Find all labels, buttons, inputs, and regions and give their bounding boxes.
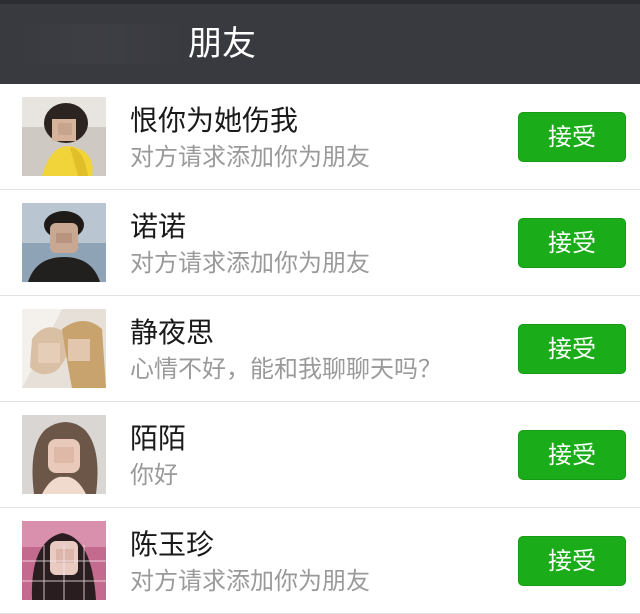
request-message: 对方请求添加你为朋友 [130, 567, 370, 595]
requester-name: 恨你为她伤我 [130, 104, 299, 137]
friend-request-row: 陈玉珍 对方请求添加你为朋友 接受 [0, 508, 640, 614]
avatar[interactable] [22, 521, 106, 600]
avatar[interactable] [22, 203, 106, 282]
requester-name: 诺诺 [130, 210, 187, 243]
accept-button[interactable]: 接受 [518, 536, 626, 586]
friend-request-row: 陌陌 你好 接受 [0, 402, 640, 508]
requester-name: 陌陌 [130, 422, 187, 455]
avatar[interactable] [22, 415, 106, 494]
accept-button[interactable]: 接受 [518, 430, 626, 480]
avatar[interactable] [22, 97, 106, 176]
requester-name: 陈玉珍 [130, 528, 215, 561]
friend-request-list: 恨你为她伤我 对方请求添加你为朋友 接受 诺诺 对方请求添加你为朋友 接受 静夜… [0, 84, 640, 614]
accept-button[interactable]: 接受 [518, 112, 626, 162]
page-title: 朋友 [188, 24, 256, 64]
request-message: 你好 [130, 461, 178, 489]
accept-button[interactable]: 接受 [518, 218, 626, 268]
requester-name: 静夜思 [130, 316, 215, 349]
blurred-header-region [16, 24, 186, 64]
friend-request-row: 静夜思 心情不好，能和我聊聊天吗？ 接受 [0, 296, 640, 402]
request-message: 心情不好，能和我聊聊天吗？ [130, 355, 442, 383]
request-message: 对方请求添加你为朋友 [130, 249, 370, 277]
accept-button[interactable]: 接受 [518, 324, 626, 374]
top-bar: 朋友 [0, 0, 640, 84]
request-message: 对方请求添加你为朋友 [130, 143, 370, 171]
avatar[interactable] [22, 309, 106, 388]
friend-request-row: 诺诺 对方请求添加你为朋友 接受 [0, 190, 640, 296]
status-strip [0, 0, 640, 4]
friend-request-row: 恨你为她伤我 对方请求添加你为朋友 接受 [0, 84, 640, 190]
